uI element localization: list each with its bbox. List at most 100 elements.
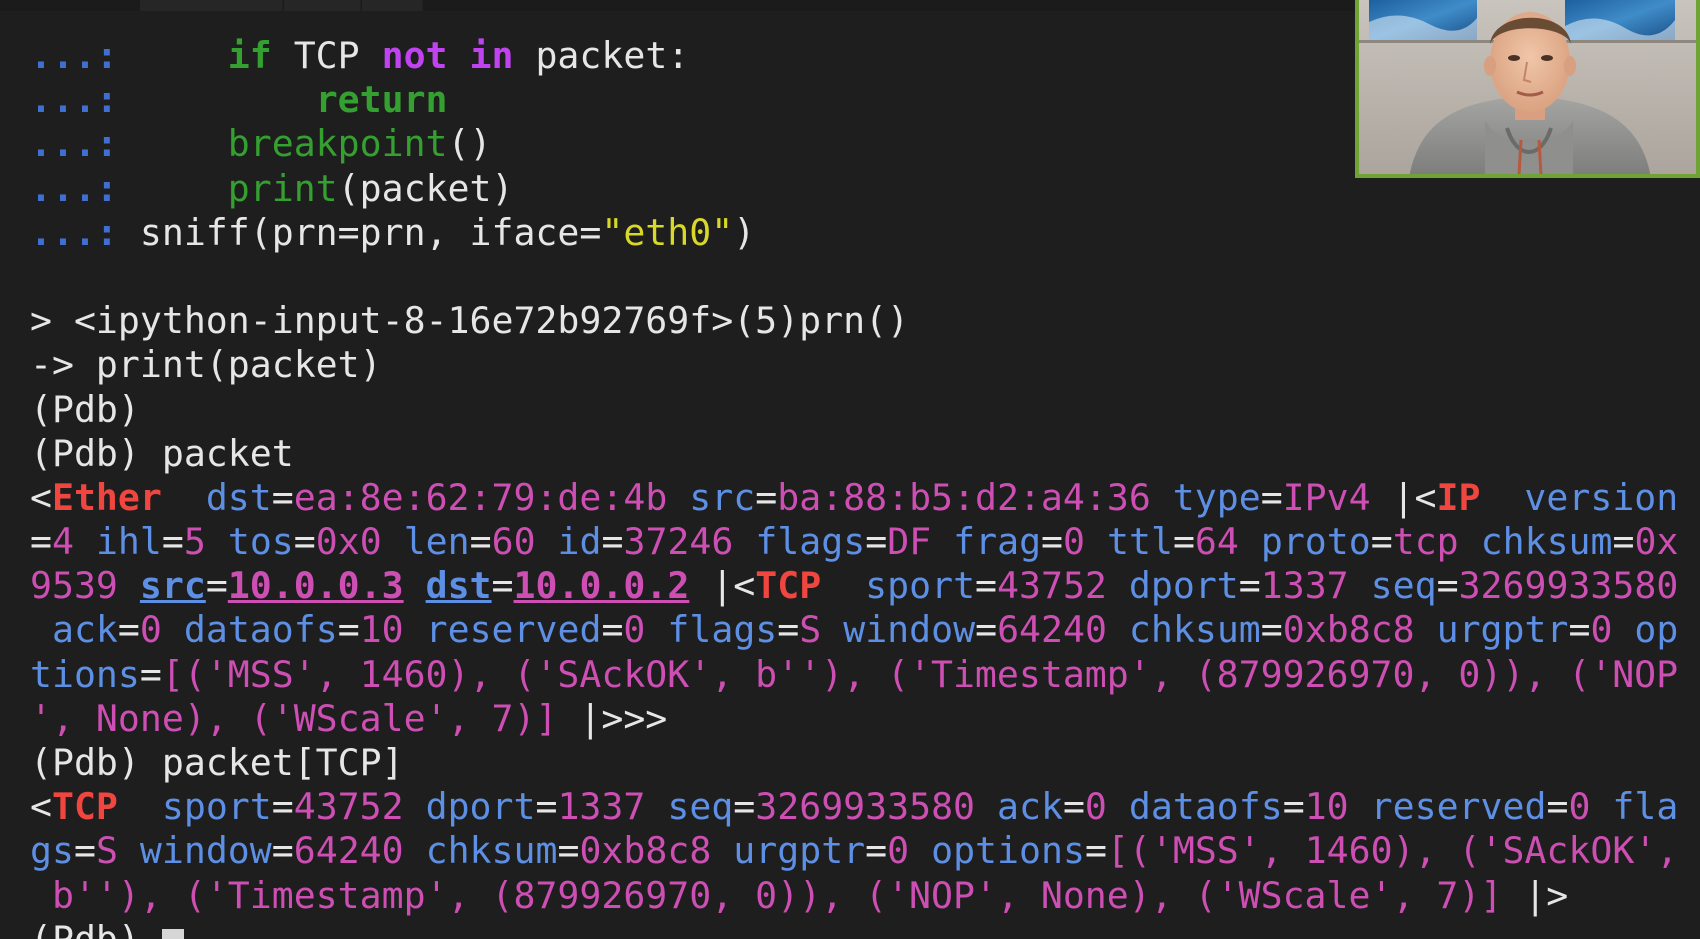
terminal-token: reserved (425, 608, 602, 652)
terminal-token: 10.0.0.3 (227, 564, 404, 608)
terminal-token: return (315, 78, 448, 122)
terminal-line: (Pdb) (30, 388, 1690, 432)
terminal-token: |>>> (557, 696, 668, 740)
terminal-token: ...: (30, 166, 118, 210)
terminal-line: -> print(packet) (30, 343, 1690, 387)
top-tab-2[interactable] (284, 0, 361, 11)
terminal-token: ...: (30, 78, 118, 122)
terminal-token: src (139, 564, 206, 608)
top-tab-1[interactable] (140, 0, 283, 11)
terminal-token: window (139, 829, 272, 873)
terminal-token: = (865, 829, 888, 873)
terminal-token: in (469, 34, 514, 77)
terminal-token: S (95, 829, 118, 873)
terminal-line: <TCP sport=43752 dport=1337 seq=32699335… (30, 785, 1690, 829)
terminal-token: = (117, 608, 140, 652)
terminal-token: = (139, 652, 162, 696)
terminal-token: seq (1370, 564, 1437, 608)
terminal-token: 0xb8c8 (1282, 608, 1415, 652)
terminal-token: gs (30, 829, 74, 873)
terminal-token: 10.0.0.2 (513, 564, 690, 608)
terminal-token: () (447, 122, 492, 166)
terminal-token: 0x0 (315, 520, 382, 564)
terminal-token: (Pdb) packet (30, 431, 294, 475)
terminal-token: |< (689, 564, 756, 608)
terminal-token: 4 (51, 520, 74, 564)
terminal-line: b''), ('Timestamp', (879926970, 0)), ('N… (30, 874, 1690, 918)
terminal-token: window (843, 608, 976, 652)
terminal-token: S (799, 608, 822, 652)
terminal-token: breakpoint (227, 122, 448, 166)
terminal-token: 0 (139, 608, 162, 652)
terminal-token: [('MSS', 1460), ('SAckOK', b''), ('Times… (161, 652, 1679, 696)
terminal-token: = (1260, 608, 1283, 652)
terminal-token: tions (30, 652, 140, 696)
terminal-window[interactable]: ...: if TCP not in packet:...: return...… (0, 0, 1700, 939)
terminal-token: ihl (95, 520, 162, 564)
terminal-token: reserved (1370, 785, 1547, 829)
terminal-token: len (403, 520, 470, 564)
terminal-token: = (1546, 785, 1569, 829)
terminal-token: tcp (1392, 520, 1459, 564)
terminal-token: = (535, 785, 558, 829)
terminal-token: print (227, 166, 338, 210)
terminal-token: = (1370, 520, 1393, 564)
terminal-token: = (1062, 785, 1085, 829)
terminal-token: = (271, 785, 294, 829)
terminal-token: = (491, 564, 514, 608)
terminal-token: = (337, 608, 360, 652)
terminal-token: Ether (51, 475, 162, 519)
terminal-token: fla (1612, 785, 1679, 829)
terminal-token: ack (51, 608, 118, 652)
terminal-token: not (381, 34, 448, 77)
terminal-token: chksum (1128, 608, 1261, 652)
terminal-token: (Pdb) (30, 387, 140, 431)
terminal-token: frag (953, 520, 1042, 564)
terminal-token: 0x (1634, 520, 1679, 564)
terminal-token: op (1634, 608, 1679, 652)
terminal-token: = (161, 520, 184, 564)
terminal-token: dst (425, 564, 492, 608)
terminal-token: -> print(packet) (30, 343, 382, 387)
terminal-token: = (733, 785, 756, 829)
terminal-token: 64240 (293, 829, 404, 873)
terminal-token: ack (997, 785, 1063, 829)
terminal-token: = (755, 475, 778, 519)
terminal-token: 9539 (30, 564, 118, 608)
terminal-token: 64 (1194, 520, 1239, 564)
terminal-token: = (271, 829, 294, 873)
terminal-token: dport (1128, 564, 1239, 608)
terminal-token: 64240 (997, 608, 1107, 652)
terminal-token: 3269933580 (1458, 564, 1679, 608)
terminal-line: (Pdb) packet (30, 432, 1690, 476)
terminal-line: 9539 src=10.0.0.3 dst=10.0.0.2 |<TCP spo… (30, 564, 1690, 608)
terminal-token: 0 (1590, 608, 1613, 652)
terminal-token: [('MSS', 1460), ('SAckOK', (1106, 829, 1679, 873)
terminal-token: DF (887, 520, 932, 564)
top-tab-3[interactable] (362, 0, 423, 11)
terminal-token: flags (755, 520, 866, 564)
terminal-line: (Pdb) (30, 918, 1690, 939)
terminal-token: 0 (1063, 520, 1086, 564)
terminal-token: |< (1370, 475, 1437, 519)
terminal-token: 0 (887, 829, 910, 873)
terminal-line: ', None), ('WScale', 7)] |>>> (30, 697, 1690, 741)
terminal-token: 0 (623, 608, 646, 652)
terminal-token: sport (865, 564, 976, 608)
terminal-token: urgptr (733, 829, 866, 873)
